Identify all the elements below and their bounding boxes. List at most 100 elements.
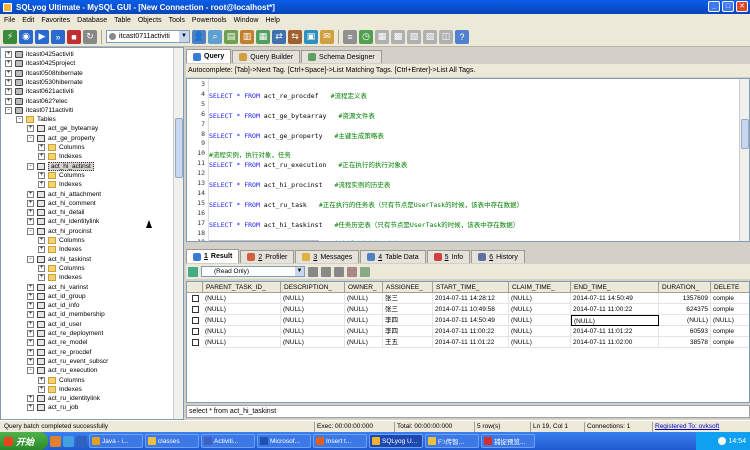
row-select-checkbox[interactable] [192, 328, 199, 335]
tree-item[interactable]: - act_ru_execution [27, 366, 98, 375]
code-line[interactable]: SELECT * FROM act_ge_property #主键生成策略表 [209, 130, 384, 140]
grid-cell[interactable]: 2014-07-11 11:01:22 [571, 326, 659, 337]
tree-item[interactable]: + itcast0425project [5, 59, 75, 68]
tab-query-builder[interactable]: Query Builder [232, 50, 301, 63]
menu-item-powertools[interactable]: Powertools [192, 17, 227, 24]
expand-icon[interactable]: + [38, 153, 45, 161]
quicklaunch-browser-icon[interactable] [50, 435, 61, 447]
tree-item[interactable]: + act_id_group [27, 292, 86, 301]
expand-icon[interactable]: + [5, 97, 12, 105]
tree-item[interactable]: + act_re_procdef [27, 348, 91, 357]
query-editor[interactable]: 34567891011121314151617181920 SELECT * F… [186, 78, 750, 242]
grid-cell[interactable]: (NULL) [659, 315, 711, 326]
backup-icon[interactable]: ▤ [224, 29, 238, 44]
expand-icon[interactable]: + [27, 395, 34, 403]
taskbar-button[interactable]: Microsof... [257, 434, 311, 448]
grid-cell[interactable]: (NULL) [203, 337, 281, 348]
tree-item[interactable]: + Indexes [38, 385, 82, 394]
expand-icon[interactable]: + [27, 125, 34, 133]
grid-cell[interactable]: (NULL) [509, 337, 571, 348]
quicklaunch-media-icon[interactable] [76, 435, 87, 447]
expand-icon[interactable]: + [27, 311, 34, 319]
tree-item[interactable]: - Tables [16, 115, 56, 124]
quicklaunch-desktop-icon[interactable] [63, 435, 74, 447]
cancel-edit-icon[interactable] [347, 266, 357, 277]
pane-splitter[interactable] [186, 242, 750, 248]
result-grid[interactable]: PARENT_TASK_ID_ DESCRIPTION_ OWNER_ ASSIGNE… [186, 281, 750, 403]
save-row-icon[interactable] [321, 266, 331, 277]
schema-sync-icon[interactable]: ⇄ [272, 29, 286, 44]
expand-icon[interactable]: + [38, 144, 45, 151]
tree-item[interactable]: + itcast0530hibernate [5, 78, 83, 87]
taskbar-button[interactable]: 捕捉预览... [481, 434, 535, 448]
row-select-checkbox[interactable] [192, 295, 199, 302]
result-tab-profiler[interactable]: 2 Profiler [240, 250, 295, 263]
grid-cell[interactable]: (NULL) [345, 293, 383, 304]
tree-item[interactable]: - act_hi_actinst [27, 161, 94, 171]
tree-scrollbar[interactable] [173, 48, 183, 419]
grid-cell[interactable]: (NULL) [345, 326, 383, 337]
taskbar-button[interactable]: SQLyog U... [369, 434, 423, 448]
clock[interactable]: 14:54 [728, 438, 746, 445]
result-tab-messages[interactable]: 3 Messages [295, 250, 360, 263]
tree-item[interactable]: + Columns [38, 376, 85, 385]
tree-item[interactable]: + Indexes [38, 180, 82, 189]
search-icon[interactable]: ⌕ [208, 29, 222, 44]
expand-icon[interactable]: + [38, 171, 45, 179]
editor-scrollbar[interactable] [739, 79, 749, 241]
object-browser[interactable]: + itcast0425activiti + itcast0425project + it… [0, 47, 184, 420]
grid-cell[interactable]: 60593 [659, 326, 711, 337]
taskbar-button[interactable]: F:\传智... [425, 434, 479, 448]
tree-item[interactable]: + act_id_user [27, 320, 82, 329]
tree-item[interactable]: - act_hi_procinst [27, 227, 92, 236]
collapse-icon[interactable]: - [27, 134, 34, 142]
grid-cell[interactable]: 2014-07-11 14:50:49 [571, 293, 659, 304]
chevron-down-icon[interactable]: ▼ [179, 31, 189, 42]
taskbar-button[interactable]: Java - i... [89, 434, 143, 448]
collapse-icon[interactable]: - [5, 106, 12, 114]
export-result-icon[interactable] [360, 266, 370, 277]
tree-item[interactable]: + act_hi_attachment [27, 190, 101, 199]
expand-icon[interactable]: + [5, 60, 12, 68]
tree-item[interactable]: + act_id_info [27, 301, 79, 310]
expand-icon[interactable]: + [27, 190, 34, 198]
tree-item[interactable]: + act_re_deployment [27, 329, 103, 338]
notification-icon[interactable]: ✉ [320, 29, 334, 44]
tree-item[interactable]: + itcast0621activiti [5, 87, 74, 96]
table-icon[interactable]: ▦ [375, 29, 389, 44]
grid-cell[interactable]: (NULL) [345, 337, 383, 348]
column-header[interactable]: PARENT_TASK_ID_ [203, 282, 281, 293]
grid-cell[interactable]: 王五 [383, 337, 433, 348]
menu-item-database[interactable]: Database [77, 17, 107, 24]
code-line[interactable]: SELECT * FROM act_ru_execution #正在执行的执行对象… [209, 159, 407, 169]
tree-item[interactable]: + Columns [38, 143, 85, 152]
expand-icon[interactable]: + [38, 181, 45, 189]
expand-icon[interactable]: + [5, 88, 12, 96]
grid-cell[interactable]: 2014-07-11 14:50:49 [433, 315, 509, 326]
grid-view-icon[interactable] [188, 266, 198, 277]
help-icon[interactable]: ? [455, 29, 469, 44]
column-header[interactable]: DELETE [711, 282, 749, 293]
code-line[interactable]: SELECT * FROM act_re_procdef #流程定义表 [209, 90, 367, 100]
expand-icon[interactable]: + [38, 246, 45, 254]
stop-icon[interactable]: ■ [67, 29, 81, 44]
chevron-down-icon[interactable]: ▼ [295, 267, 304, 276]
grid-cell[interactable]: (NULL) [281, 293, 345, 304]
export-icon[interactable]: ▦ [256, 29, 270, 44]
procedure-icon[interactable]: ▨ [423, 29, 437, 44]
tree-scrollbar-thumb[interactable] [175, 118, 183, 178]
collapse-icon[interactable]: - [16, 116, 23, 124]
tree-item[interactable]: + act_re_model [27, 338, 87, 347]
execute-all-icon[interactable]: » [51, 29, 65, 44]
tree-item[interactable]: + itcast0425activiti [5, 50, 74, 59]
expand-icon[interactable]: + [5, 69, 12, 77]
result-tab-table-data[interactable]: 4 Table Data [360, 250, 426, 263]
grid-cell[interactable]: (NULL) [509, 315, 571, 326]
expand-icon[interactable]: + [5, 78, 12, 86]
maximize-button[interactable]: □ [722, 1, 734, 12]
tree-item[interactable]: + act_ru_event_subscr [27, 357, 108, 366]
code-line[interactable]: SELECT * FROM act_hi_procinst #流程实例的历史表 [209, 179, 390, 189]
grid-cell[interactable]: comple [711, 326, 749, 337]
grid-cell[interactable]: comple [711, 304, 749, 315]
tree-item[interactable]: + act_hi_detail [27, 208, 85, 217]
